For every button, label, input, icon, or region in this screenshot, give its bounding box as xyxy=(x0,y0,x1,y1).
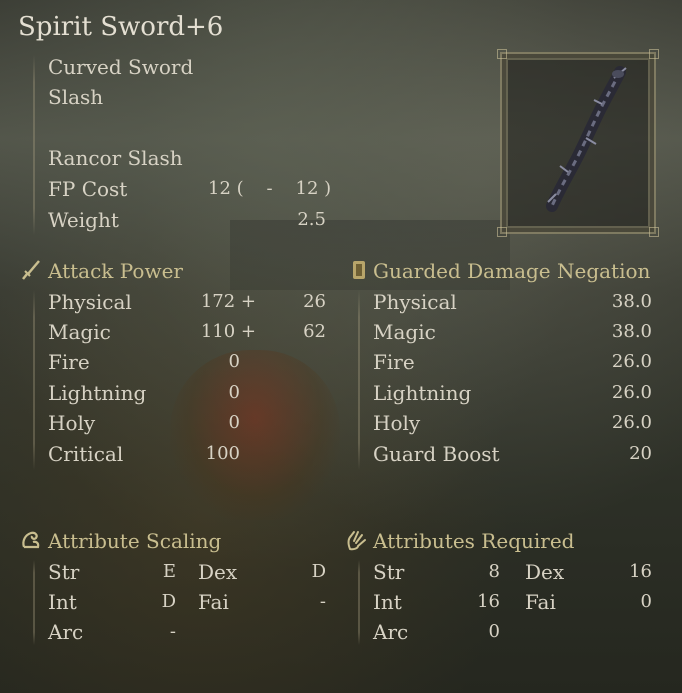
attack-row-base: 0 xyxy=(228,382,240,403)
weight-value: 2.5 xyxy=(297,209,326,230)
required-arc-label: Arc xyxy=(373,620,409,644)
fp-cost-value: 12 ( - 12 ) xyxy=(208,178,332,199)
attack-row-base: 110 + xyxy=(200,321,256,342)
divider-line xyxy=(33,55,35,235)
divider-line xyxy=(33,560,35,645)
frame-corner xyxy=(497,49,507,59)
scaling-int-label: Int xyxy=(48,590,77,614)
weapon-image xyxy=(546,66,627,212)
frame-corner xyxy=(497,227,507,237)
guard-row-label: Fire xyxy=(373,350,415,374)
guard-row-value: 26.0 xyxy=(611,412,652,433)
scaling-arc-value: - xyxy=(169,621,176,642)
required-fai-value: 0 xyxy=(640,591,652,612)
guard-row-value: 38.0 xyxy=(611,291,652,312)
required-arc-value: 0 xyxy=(488,621,500,642)
scaling-dex-value: D xyxy=(311,561,326,582)
attributes-required-header: Attributes Required xyxy=(373,529,575,553)
required-int-label: Int xyxy=(373,590,402,614)
weapon-type: Curved Sword xyxy=(48,55,194,79)
frame-corner xyxy=(649,49,659,59)
guard-row-label: Magic xyxy=(373,320,436,344)
guard-row-label: Holy xyxy=(373,411,421,435)
attack-row-label: Fire xyxy=(48,350,90,374)
weapon-name: Spirit Sword+6 xyxy=(18,12,224,42)
scaling-arc-label: Arc xyxy=(48,620,84,644)
divider-line xyxy=(33,290,35,470)
guard-row-value: 20 xyxy=(629,443,652,464)
guard-row-label: Guard Boost xyxy=(373,442,500,466)
attack-row-bonus: 62 xyxy=(303,321,326,342)
attack-row-label: Physical xyxy=(48,290,132,314)
skill-name: Rancor Slash xyxy=(48,146,183,170)
attack-row-label: Lightning xyxy=(48,381,147,405)
required-fai-label: Fai xyxy=(525,590,556,614)
attack-row-bonus: 26 xyxy=(303,291,326,312)
shield-icon xyxy=(353,261,365,279)
scaling-fai-label: Fai xyxy=(198,590,229,614)
required-int-value: 16 xyxy=(477,591,500,612)
fp-cost-label: FP Cost xyxy=(48,177,128,201)
attack-row-base: 172 + xyxy=(200,291,256,312)
guard-row-value: 26.0 xyxy=(611,382,652,403)
guard-row-label: Physical xyxy=(373,290,457,314)
scaling-str-label: Str xyxy=(48,560,80,584)
attack-row-base: 0 xyxy=(228,412,240,433)
attack-row-label: Magic xyxy=(48,320,111,344)
required-str-value: 8 xyxy=(488,561,500,582)
required-dex-label: Dex xyxy=(525,560,565,584)
divider-line xyxy=(358,290,360,470)
weapon-image-frame xyxy=(497,49,659,237)
damage-type: Slash xyxy=(48,85,104,109)
weight-label: Weight xyxy=(48,208,119,232)
open-hand-icon xyxy=(347,531,366,551)
scaling-int-value: D xyxy=(161,591,176,612)
frame-corner xyxy=(649,227,659,237)
guard-negation-header: Guarded Damage Negation xyxy=(373,259,651,283)
attack-row-base: 100 xyxy=(205,443,240,464)
flexed-arm-icon xyxy=(22,531,40,549)
scaling-str-value: E xyxy=(162,561,176,582)
attack-row-label: Critical xyxy=(48,442,124,466)
scaling-fai-value: - xyxy=(319,591,326,612)
attack-row-label: Holy xyxy=(48,411,96,435)
required-str-label: Str xyxy=(373,560,405,584)
background-figure xyxy=(170,350,340,520)
attack-row-base: 0 xyxy=(228,351,240,372)
attribute-scaling-header: Attribute Scaling xyxy=(48,529,222,553)
scaling-dex-label: Dex xyxy=(198,560,238,584)
attack-power-header: Attack Power xyxy=(48,259,183,283)
required-dex-value: 16 xyxy=(629,561,652,582)
sword-icon xyxy=(22,260,40,280)
divider-line xyxy=(358,560,360,645)
guard-row-label: Lightning xyxy=(373,381,472,405)
guard-row-value: 26.0 xyxy=(611,351,652,372)
guard-row-value: 38.0 xyxy=(611,321,652,342)
